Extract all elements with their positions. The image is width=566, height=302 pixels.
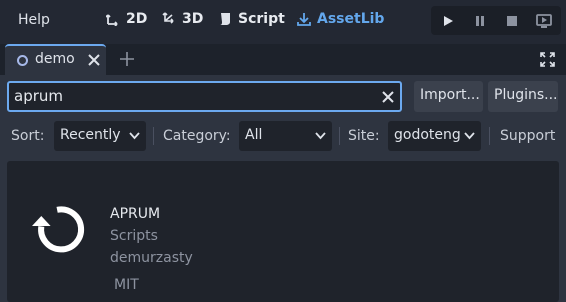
stop-icon[interactable]: [504, 13, 520, 29]
tab-demo[interactable]: demo: [5, 44, 106, 75]
support-menu[interactable]: Support: [500, 128, 555, 144]
site-value: godoteng: [394, 127, 461, 143]
workspace-assetlib-label: AssetLib: [317, 11, 385, 27]
sort-value: Recently: [60, 127, 121, 143]
workspace-script-button[interactable]: Script: [218, 11, 285, 27]
category-value: All: [245, 127, 263, 143]
site-dropdown[interactable]: godoteng: [388, 121, 481, 151]
playback-controls: [431, 6, 561, 35]
chevron-down-icon: [315, 132, 326, 140]
distraction-free-icon[interactable]: [540, 52, 555, 67]
plugins-button[interactable]: Plugins...: [488, 81, 558, 112]
import-button[interactable]: Import...: [414, 81, 483, 112]
category-dropdown[interactable]: All: [239, 121, 332, 151]
filter-bar: Sort: Recently Category: All Site: godot…: [0, 120, 566, 152]
separator: [489, 127, 490, 145]
add-tab-icon[interactable]: [120, 52, 134, 66]
3d-tool-icon: [162, 12, 174, 24]
chevron-down-icon: [464, 132, 475, 140]
sort-label: Sort:: [11, 128, 45, 144]
scene-node-icon: [17, 55, 28, 66]
separator: [339, 127, 340, 145]
workspace-3d-button[interactable]: 3D: [162, 11, 203, 27]
close-icon[interactable]: [88, 54, 100, 66]
separator: [153, 127, 154, 145]
workspace-2d-label: 2D: [126, 11, 148, 27]
site-label: Site:: [348, 128, 380, 144]
play-scene-icon[interactable]: [536, 13, 552, 29]
workspace-assetlib-button[interactable]: AssetLib: [297, 11, 384, 27]
help-menu[interactable]: Help: [18, 12, 50, 28]
asset-results: APRUM Scripts demurzasty MIT: [7, 161, 559, 302]
download-icon: [297, 13, 311, 26]
chevron-down-icon: [129, 132, 140, 140]
menu-bar: Help 2D 3D Script AssetLib: [0, 0, 566, 44]
asset-library-panel: aprum Import... Plugins... Sort: Recentl…: [0, 75, 566, 302]
search-input[interactable]: aprum: [7, 81, 402, 112]
asset-category[interactable]: Scripts: [110, 228, 158, 244]
clear-icon[interactable]: [381, 90, 395, 104]
sort-dropdown[interactable]: Recently: [54, 121, 146, 151]
tab-label: demo: [35, 51, 75, 67]
search-value: aprum: [14, 87, 63, 105]
pause-icon[interactable]: [472, 13, 488, 29]
reload-icon: [32, 206, 85, 253]
scene-tab-bar: demo: [0, 44, 566, 75]
category-label: Category:: [163, 128, 231, 144]
workspace-3d-label: 3D: [182, 11, 204, 27]
asset-license: MIT: [114, 277, 139, 293]
script-icon: [220, 13, 230, 25]
play-icon[interactable]: [440, 13, 456, 29]
workspace-2d-button[interactable]: 2D: [106, 11, 147, 27]
workspace-script-label: Script: [238, 11, 285, 27]
asset-title[interactable]: APRUM: [110, 206, 160, 222]
asset-author[interactable]: demurzasty: [110, 250, 193, 266]
2d-tool-icon: [106, 14, 118, 26]
